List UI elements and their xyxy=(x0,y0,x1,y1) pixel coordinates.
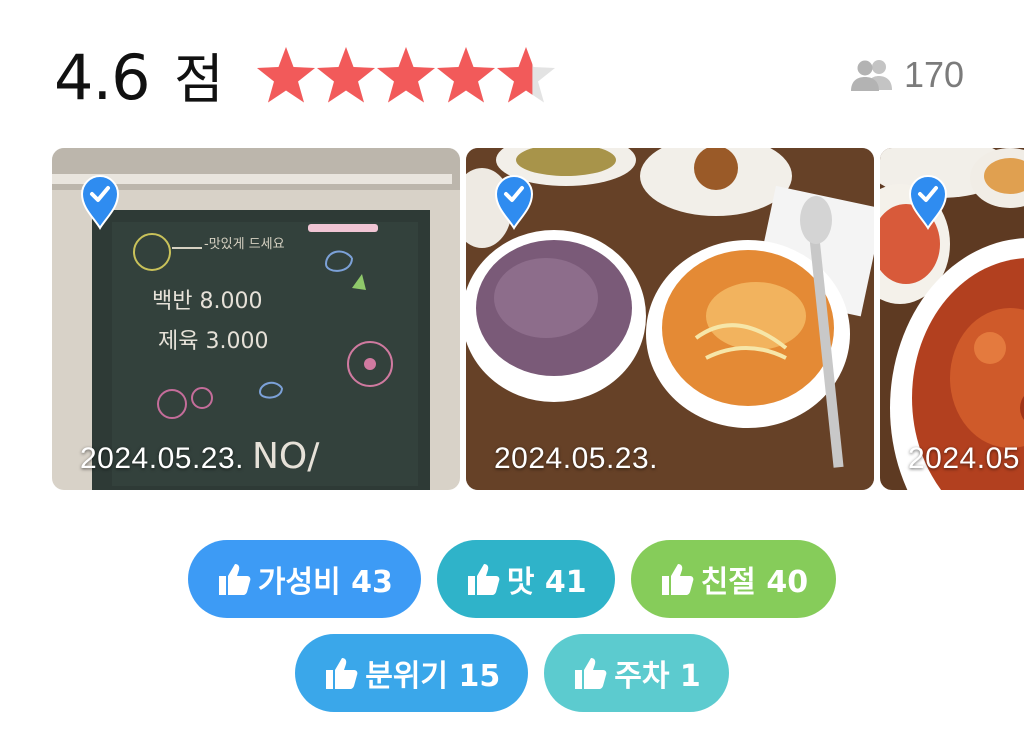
thumbs-up-icon xyxy=(218,564,251,595)
svg-text:NO/: NO/ xyxy=(252,436,320,477)
rating-score: 4.6 xyxy=(54,41,151,114)
thumbs-up-icon xyxy=(575,658,607,689)
photo-date: 2024.05.23. xyxy=(494,442,658,475)
thumbs-up-icon xyxy=(326,658,358,689)
rating-unit: 점 xyxy=(174,48,224,111)
thumbs-up-icon xyxy=(661,564,694,595)
svg-text:백반 8.000: 백반 8.000 xyxy=(152,289,262,314)
reviewer-count-value: 170 xyxy=(904,54,965,95)
reviewer-count[interactable]: 170 xyxy=(850,50,964,100)
tag-taste[interactable]: 맛 41 xyxy=(436,540,615,618)
review-photo[interactable]: -맛있게 드세요 백반 8.000 제육 3.000 NO/ 2024.05.2… xyxy=(52,148,460,490)
tag-atmosphere[interactable]: 분위기 15 xyxy=(295,634,529,712)
review-photo[interactable]: 2024.05.23. xyxy=(466,148,874,490)
spicy-pork-photo xyxy=(880,148,1024,490)
svg-text:제육 3.000: 제육 3.000 xyxy=(158,329,268,354)
verified-badge-icon xyxy=(908,175,948,230)
tag-row: 가성비 43 맛 41 친절 40 xyxy=(0,540,1024,618)
tag-label: 주차 1 xyxy=(614,659,701,694)
verified-badge-icon xyxy=(80,175,120,230)
star-icon xyxy=(314,38,375,114)
verified-badge-icon xyxy=(494,175,534,230)
rating-summary: 4.6 점 170 xyxy=(54,38,974,118)
review-photo[interactable]: 2024.05 xyxy=(880,148,1024,490)
svg-text:-맛있게 드세요: -맛있게 드세요 xyxy=(204,237,285,252)
tag-kindness[interactable]: 친절 40 xyxy=(630,540,837,618)
star-rating xyxy=(254,38,555,114)
star-icon xyxy=(494,38,555,114)
tag-value-for-money[interactable]: 가성비 43 xyxy=(187,540,421,618)
people-icon xyxy=(851,60,892,91)
keyword-tags: 가성비 43 맛 41 친절 40 분위기 15 주차 1 xyxy=(0,540,1024,728)
photo-date: 2024.05.23. xyxy=(80,442,244,475)
photo-gallery[interactable]: -맛있게 드세요 백반 8.000 제육 3.000 NO/ 2024.05.2… xyxy=(52,148,1024,490)
star-icon xyxy=(434,38,495,114)
photo-date: 2024.05 xyxy=(908,442,1020,475)
thumbs-up-icon xyxy=(467,564,500,595)
tag-row: 분위기 15 주차 1 xyxy=(0,634,1024,712)
tag-label: 친절 40 xyxy=(700,565,809,600)
tag-label: 맛 41 xyxy=(506,565,587,600)
tag-label: 분위기 15 xyxy=(365,659,501,694)
star-icon xyxy=(374,38,435,114)
tag-parking[interactable]: 주차 1 xyxy=(544,634,729,712)
star-icon xyxy=(254,38,315,114)
tag-label: 가성비 43 xyxy=(257,565,393,600)
